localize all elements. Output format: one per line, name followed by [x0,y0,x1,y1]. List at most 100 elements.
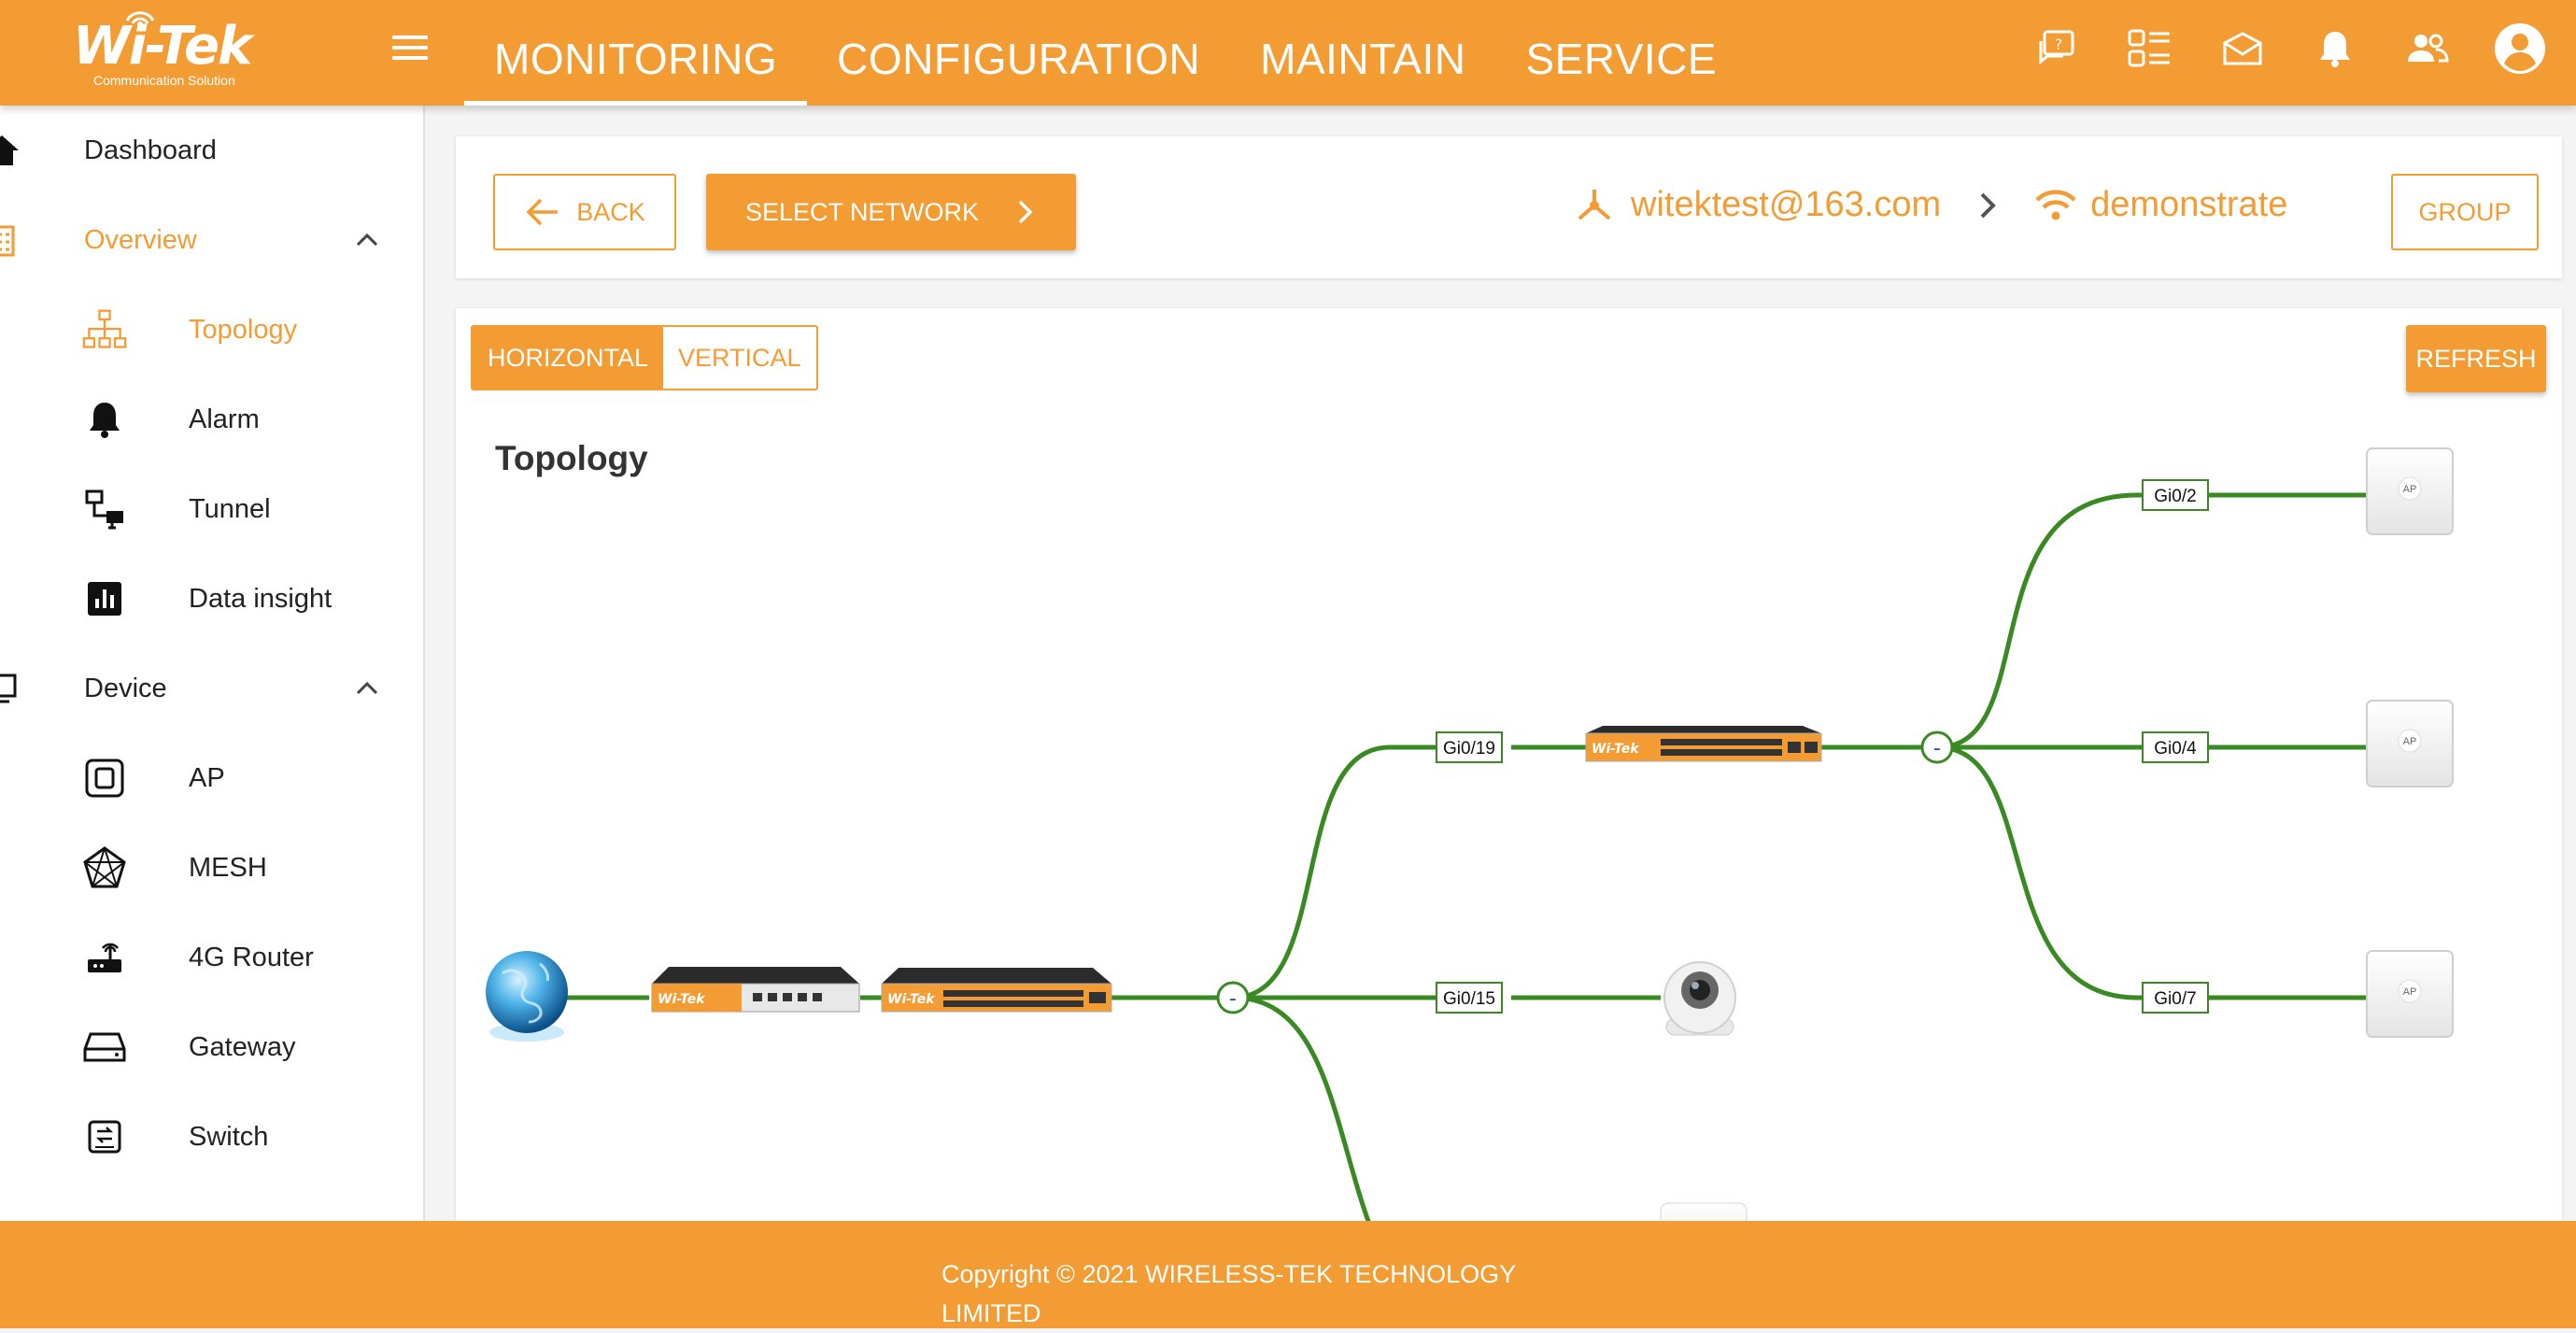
sidebar-group-overview[interactable]: Overview [0,212,423,268]
svg-text:Gi0/7: Gi0/7 [2154,989,2196,1009]
main-nav: MONITORING CONFIGURATION MAINTAIN SERVIC… [464,0,1747,106]
help-chat-icon[interactable]: ? [2030,21,2086,77]
sidebar-item-switch[interactable]: Switch [0,1109,423,1165]
breadcrumb-account[interactable]: witektest@163.com [1631,185,1941,225]
port-label-gi0-19: Gi0/19 [1436,731,1503,763]
sidebar-item-mesh[interactable]: MESH [0,840,423,896]
monitor-icon [0,666,28,711]
ap-device-gi0-2[interactable]: AP [2366,447,2454,535]
device-brand: Wi-Tek [1592,742,1640,757]
users-icon[interactable] [2399,21,2456,77]
topology-icon [82,307,127,352]
ap-device-gi0-4[interactable]: AP [2366,700,2454,787]
topology-card: HORIZONTAL VERTICAL REFRESH Topology Wi-… [456,308,2562,1242]
collapse-node-toggle[interactable]: - [1920,730,1954,764]
sidebar: Dashboard Overview Topology Alarm Tunnel… [0,106,425,1221]
breadcrumb: witektest@163.com demonstrate [1575,185,2287,225]
gateway-device-icon[interactable]: Wi-Tek [651,967,860,1013]
chevron-right-icon [1018,200,1033,224]
core-switch-icon[interactable]: Wi-Tek [881,968,1112,1013]
back-button-label: BACK [576,197,645,226]
chevron-up-icon [356,681,378,695]
chevron-right-icon [1980,192,1996,218]
logo-tagline: Communication Solution [93,73,235,88]
router-icon [82,935,127,980]
network-header-card: BACK SELECT NETWORK witektest@163.com de… [456,136,2562,278]
nav-maintain[interactable]: MAINTAIN [1230,0,1495,106]
account-icon[interactable] [2492,21,2548,77]
sidebar-item-label: Data insight [189,583,333,614]
sidebar-item-label: MESH [189,852,267,883]
sidebar-item-4g-router[interactable]: 4G Router [0,929,423,986]
mail-icon[interactable] [2215,21,2271,77]
sidebar-group-label: Overview [84,224,197,255]
group-button-label: GROUP [2418,197,2512,226]
svg-text:Gi0/4: Gi0/4 [2154,739,2197,759]
sidebar-item-tunnel[interactable]: Tunnel [0,481,423,537]
top-navigation-bar: Wi-Tek Communication Solution MONITORING… [0,0,2576,106]
nav-configuration[interactable]: CONFIGURATION [807,0,1230,106]
svg-text:Gi0/15: Gi0/15 [1443,989,1495,1009]
ap-device-gi0-7[interactable]: AP [2366,950,2454,1038]
ap-icon [82,756,127,801]
sidebar-item-label: Switch [189,1121,269,1152]
ap-badge: AP [2403,986,2417,998]
sidebar-item-label: Alarm [189,404,260,434]
device-brand: Wi-Tek [658,992,706,1007]
sidebar-item-dashboard[interactable]: Dashboard [0,122,423,178]
switch-icon [82,1114,127,1159]
footer: Copyright © 2021 WIRELESS-TEK TECHNOLOGY… [0,1221,2576,1328]
sidebar-item-alarm[interactable]: Alarm [0,391,423,447]
sidebar-item-label: 4G Router [189,942,314,972]
sidebar-item-ap[interactable]: AP [0,750,423,806]
sidebar-item-label: AP [189,762,225,793]
collapse-node-toggle[interactable]: - [1216,981,1250,1014]
sidebar-item-gateway[interactable]: Gateway [0,1019,423,1075]
select-network-button[interactable]: SELECT NETWORK [706,174,1076,250]
port-label-gi0-4: Gi0/4 [2142,731,2209,763]
topology-graph: Wi-Tek Wi-Tek - Gi0/19 Gi0/15 Gi0/2 Gi0/… [486,447,2454,1242]
collapse-symbol: - [1933,737,1941,760]
list-view-icon[interactable] [2122,21,2178,77]
access-switch-icon[interactable]: Wi-Tek [1585,726,1822,762]
port-label-gi0-2: Gi0/2 [2142,479,2209,511]
ip-camera-icon[interactable] [1663,961,1736,1036]
sidebar-item-label: Dashboard [84,135,217,165]
menu-toggle-icon[interactable] [392,35,428,64]
port-label-gi0-15: Gi0/15 [1436,982,1503,1014]
sidebar-group-label: Device [84,673,167,703]
sidebar-item-label: Gateway [189,1031,296,1062]
mesh-icon [82,845,127,890]
wifi-icon [2035,189,2076,220]
svg-text:Gi0/19: Gi0/19 [1443,739,1495,759]
tunnel-icon [82,487,127,532]
back-button[interactable]: BACK [493,174,676,250]
group-button[interactable]: GROUP [2391,174,2539,250]
chevron-up-icon [356,233,378,247]
svg-text:?: ? [2055,35,2063,53]
sidebar-item-label: Tunnel [189,493,271,524]
sidebar-item-topology[interactable]: Topology [0,302,423,358]
bar-chart-icon [82,576,127,621]
bell-icon[interactable] [2307,21,2363,77]
nav-monitoring[interactable]: MONITORING [464,0,808,106]
ap-badge: AP [2403,484,2417,495]
collapse-symbol: - [1229,987,1237,1011]
nav-service[interactable]: SERVICE [1496,0,1748,106]
building-icon [0,218,28,262]
internet-globe-icon[interactable] [486,951,568,1042]
logo-wordmark: Wi-Tek [73,16,252,77]
breadcrumb-network[interactable]: demonstrate [2090,185,2287,225]
sidebar-item-label: Topology [189,314,298,345]
port-label-gi0-7: Gi0/7 [2142,982,2209,1014]
device-brand: Wi-Tek [887,992,936,1007]
witek-logo[interactable]: Wi-Tek Communication Solution [73,7,260,93]
ap-badge: AP [2403,736,2417,747]
bell-icon [82,397,127,442]
sidebar-group-device[interactable]: Device [0,660,423,716]
account-tree-icon [1578,189,1611,220]
topology-links [566,492,2367,1242]
sidebar-item-data-insight[interactable]: Data insight [0,571,423,627]
home-icon [0,128,24,173]
arrow-left-icon [526,198,559,226]
